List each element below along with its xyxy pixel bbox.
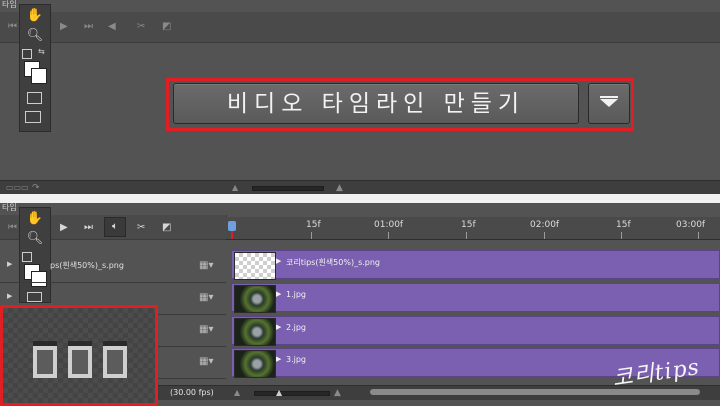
top-panel-footer: ▭▭▭ ↷ ▲ ▲	[0, 180, 720, 194]
ruler-label: 01:00f	[374, 220, 404, 230]
hand-icon[interactable]: ✋	[25, 210, 45, 228]
panel-divider	[0, 194, 720, 203]
render-video-icon[interactable]: ↷	[32, 181, 40, 194]
zoom-icon[interactable]: 🔍︎	[25, 230, 45, 248]
zoom-out-icon[interactable]: ▲	[234, 386, 240, 400]
triangle-down-icon	[600, 99, 618, 107]
next-frame-icon[interactable]: ⏭	[84, 221, 93, 235]
ruler-label: 03:00f	[676, 220, 706, 230]
transition-icon[interactable]: ◩	[162, 20, 171, 34]
clip-label: 코리tips(흰색50%)_s.png	[286, 258, 381, 267]
zoom-slider[interactable]	[254, 391, 330, 396]
ruler-label: 15f	[461, 220, 476, 230]
layer-name: ps(흰색50%)_s.png	[50, 261, 124, 270]
hand-icon[interactable]: ✋	[25, 7, 45, 25]
clip-expand-icon[interactable]: ▶	[276, 323, 281, 331]
film-strip-icon[interactable]: ▦▾	[199, 292, 213, 303]
go-to-first-frame-icon[interactable]: ⏮	[8, 20, 17, 34]
clip-expand-icon[interactable]: ▶	[276, 355, 281, 363]
next-frame-icon[interactable]: ⏭	[84, 20, 93, 34]
film-strip-icon[interactable]: ▦▾	[199, 356, 213, 367]
fps-readout: (30.00 fps)	[170, 388, 214, 397]
clip-label: 3.jpg	[286, 355, 307, 364]
zoom-out-icon[interactable]: ▲	[232, 181, 238, 194]
playhead-line	[231, 231, 233, 239]
convert-to-frame-animation-highlight	[0, 305, 158, 406]
swap-colors-icon[interactable]: ⇆	[38, 47, 45, 56]
time-ruler[interactable]: 15f 01:00f 15f 02:00f 15f 03:00f	[226, 217, 720, 240]
timeline-type-dropdown-button[interactable]	[588, 83, 630, 124]
audio-icon[interactable]: ◀	[108, 20, 116, 34]
clip-expand-icon[interactable]: ▶	[276, 257, 281, 265]
zoom-in-icon[interactable]: ▲	[334, 386, 341, 400]
clip-label: 2.jpg	[286, 323, 307, 332]
film-strip-icon[interactable]: ▦▾	[199, 324, 213, 335]
playhead-icon[interactable]	[228, 221, 236, 231]
playback-controls: ⏮ ▶ ⏭ ◀ ✂ ◩	[0, 12, 720, 43]
transition-icon[interactable]: ◩	[162, 221, 171, 235]
ruler-tick	[698, 232, 699, 239]
frame-icon[interactable]	[103, 341, 127, 378]
scissors-icon[interactable]: ✂	[137, 20, 145, 34]
default-colors-icon[interactable]	[22, 49, 32, 59]
ruler-tick	[311, 232, 312, 239]
clip[interactable]: ▶ 코리tips(흰색50%)_s.png	[231, 250, 720, 280]
go-to-first-frame-icon[interactable]: ⏮	[8, 221, 17, 235]
clip[interactable]: ▶ 2.jpg	[231, 316, 720, 346]
film-strip-icon[interactable]: ▦▾	[199, 260, 213, 271]
quick-mask-icon[interactable]	[27, 92, 42, 104]
clip-thumbnail	[234, 350, 276, 378]
ruler-label: 15f	[616, 220, 631, 230]
background-color-swatch[interactable]	[31, 68, 47, 84]
ruler-tick	[621, 232, 622, 239]
ruler-tick	[544, 232, 545, 239]
ruler-label: 15f	[306, 220, 321, 230]
zoom-icon[interactable]: 🔍︎	[25, 27, 45, 45]
screen-mode-icon[interactable]	[25, 111, 41, 123]
clip-thumbnail	[234, 285, 276, 313]
ruler-tick	[388, 232, 389, 239]
zoom-in-icon[interactable]: ▲	[336, 181, 343, 194]
tools-palette: ✋ 🔍︎ ⇆	[19, 4, 51, 132]
scissors-icon[interactable]: ✂	[137, 221, 145, 235]
frame-icon[interactable]	[33, 341, 57, 378]
layer-row[interactable]: ▶ ps(흰색50%)_s.png ▦▾	[0, 251, 226, 283]
zoom-slider[interactable]	[252, 186, 324, 191]
zoom-slider-thumb[interactable]: ▲	[276, 386, 282, 400]
clip-thumbnail	[234, 252, 276, 280]
audio-icon[interactable]: 🔈︎	[104, 217, 126, 237]
horizontal-scrollbar[interactable]	[370, 389, 700, 395]
expand-arrow-icon[interactable]: ▶	[7, 260, 12, 268]
clip-expand-icon[interactable]: ▶	[276, 290, 281, 298]
clip-label: 1.jpg	[286, 290, 307, 299]
frame-icon[interactable]	[68, 341, 92, 378]
play-icon[interactable]: ▶	[60, 20, 68, 34]
play-icon[interactable]: ▶	[60, 221, 68, 235]
expand-arrow-icon[interactable]: ▶	[7, 292, 12, 300]
frame-animation-icon[interactable]: ▭▭▭	[6, 181, 29, 194]
ruler-label: 02:00f	[530, 220, 560, 230]
ruler-tick	[466, 232, 467, 239]
create-video-timeline-button[interactable]: 비디오 타임라인 만들기	[173, 83, 579, 124]
top-timeline-panel: 타임 ⏮ ▶ ⏭ ◀ ✂ ◩ ✋ 🔍︎ ⇆ 비디오 타임라인 만들기 ▭▭▭ ↷…	[0, 0, 720, 194]
clip[interactable]: ▶ 1.jpg	[231, 283, 720, 313]
dropdown-bar	[600, 96, 618, 98]
clip-thumbnail	[234, 318, 276, 346]
